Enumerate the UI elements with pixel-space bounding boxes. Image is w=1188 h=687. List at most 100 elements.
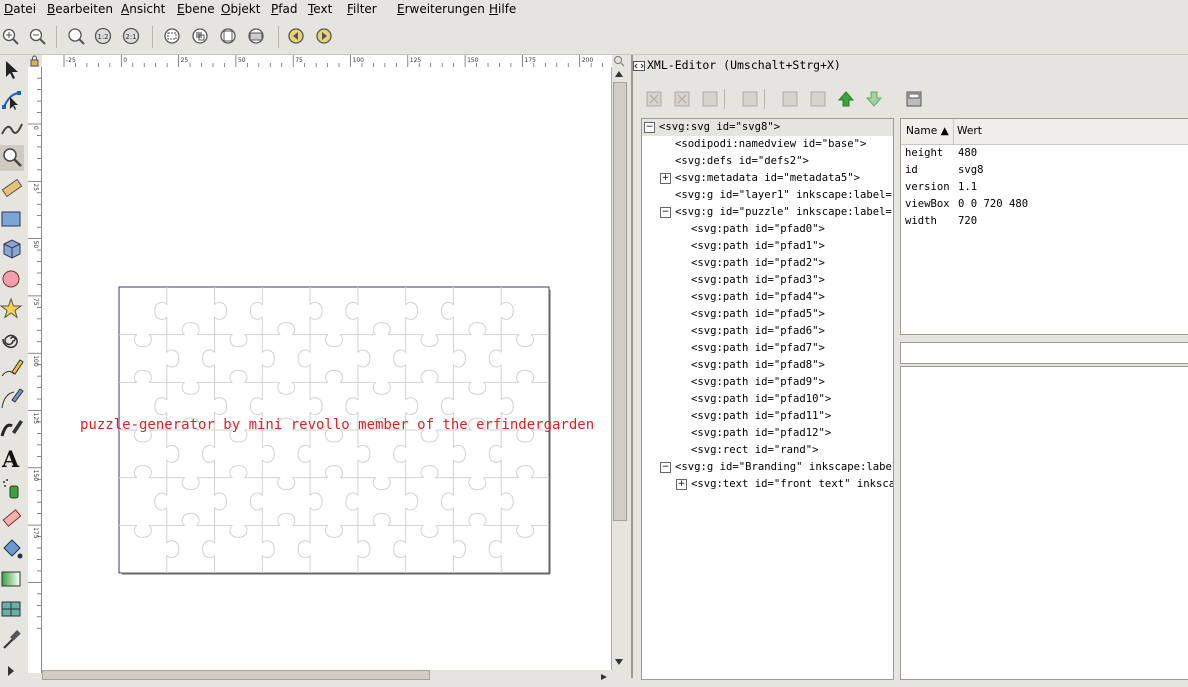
delete-node-icon[interactable]: [742, 91, 758, 107]
menu-ansicht[interactable]: Ansicht: [121, 2, 165, 16]
tree-node[interactable]: <svg:path id="pfad11">: [691, 408, 831, 425]
attribute-name-cell[interactable]: version: [905, 181, 950, 193]
text-tool-icon[interactable]: A: [0, 446, 24, 473]
scroll-right-icon[interactable]: [598, 670, 610, 680]
menu-bearbeiten[interactable]: Bearbeiten: [47, 2, 113, 16]
dropper-tool-icon[interactable]: [0, 626, 24, 652]
tree-node[interactable]: <svg:text id="front text" inkscape: [691, 476, 893, 493]
rectangle-tool-icon[interactable]: [0, 206, 24, 232]
tree-node[interactable]: <svg:path id="pfad10">: [691, 391, 831, 408]
menu-ebene[interactable]: Ebene: [177, 2, 215, 16]
tree-node[interactable]: <svg:path id="pfad2">: [691, 255, 825, 272]
ellipse-tool-icon[interactable]: [0, 266, 24, 292]
tree-node[interactable]: <svg:metadata id="metadata5">: [675, 170, 860, 187]
tree-node[interactable]: <svg:rect id="rand">: [691, 442, 819, 459]
zoom-tool-icon[interactable]: [0, 145, 24, 171]
spiral-tool-icon[interactable]: [0, 326, 24, 352]
scroll-up-icon[interactable]: [613, 67, 625, 81]
gradient-tool-icon[interactable]: [0, 566, 24, 592]
zoom-page-icon[interactable]: [219, 27, 239, 47]
mesh-tool-icon[interactable]: [0, 596, 24, 622]
attribute-value-cell[interactable]: 720: [958, 215, 977, 227]
tree-node[interactable]: <svg:path id="pfad4">: [691, 289, 825, 306]
tree-node[interactable]: <svg:path id="pfad9">: [691, 374, 825, 391]
vertical-scroll-thumb[interactable]: [613, 82, 627, 521]
selector-tool-icon[interactable]: [0, 57, 24, 83]
tree-expand-icon[interactable]: +: [660, 173, 671, 184]
new-text-node-icon[interactable]: [674, 91, 690, 107]
zoom-page-width-icon[interactable]: [247, 27, 267, 47]
attr-name-column-header[interactable]: Name ▲: [906, 125, 949, 137]
tree-collapse-icon[interactable]: −: [660, 207, 671, 218]
tree-node[interactable]: <svg:path id="pfad8">: [691, 357, 825, 374]
attribute-value-cell[interactable]: 1.1: [958, 181, 977, 193]
tree-node[interactable]: <svg:path id="pfad7">: [691, 340, 825, 357]
zoom-corner-icon[interactable]: [613, 55, 625, 67]
vertical-scrollbar[interactable]: [611, 67, 627, 670]
pen-tool-icon[interactable]: [0, 386, 24, 412]
raise-node-icon[interactable]: [837, 91, 855, 107]
spray-tool-icon[interactable]: [0, 476, 24, 502]
attribute-name-input[interactable]: [900, 342, 1188, 364]
horizontal-scroll-thumb[interactable]: [42, 670, 430, 680]
menu-text[interactable]: Text: [308, 2, 332, 16]
tree-node[interactable]: <svg:svg id="svg8">: [659, 119, 780, 136]
indent-node-icon[interactable]: [810, 91, 826, 107]
tree-node[interactable]: <svg:path id="pfad6">: [691, 323, 825, 340]
duplicate-node-icon[interactable]: [702, 91, 718, 107]
tree-node[interactable]: <sodipodi:namedview id="base">: [675, 136, 866, 153]
paint-bucket-tool-icon[interactable]: [0, 536, 24, 562]
tree-node[interactable]: <svg:path id="pfad5">: [691, 306, 825, 323]
tree-node[interactable]: <svg:path id="pfad0">: [691, 221, 825, 238]
attribute-name-cell[interactable]: height: [905, 147, 943, 159]
menu-hilfe[interactable]: Hilfe: [489, 2, 516, 16]
eraser-tool-icon[interactable]: [0, 506, 24, 532]
attribute-value-cell[interactable]: 480: [958, 147, 977, 159]
attribute-name-cell[interactable]: id: [905, 164, 918, 176]
zoom-drawing-icon[interactable]: [191, 27, 211, 47]
zoom-selection-icon[interactable]: [163, 27, 183, 47]
delete-attribute-icon[interactable]: [906, 91, 922, 107]
horizontal-scrollbar[interactable]: [42, 670, 612, 680]
node-tool-icon[interactable]: [0, 87, 24, 113]
pencil-tool-icon[interactable]: [0, 356, 24, 382]
zoom-in-icon[interactable]: [1, 27, 21, 47]
attribute-value-input[interactable]: [900, 366, 1188, 680]
tree-node[interactable]: <svg:defs id="defs2">: [675, 153, 809, 170]
vertical-ruler[interactable]: 0 25 50 75 100 125 150 175: [28, 67, 42, 673]
zoom-1-1-icon[interactable]: [67, 27, 87, 47]
lower-node-icon[interactable]: [865, 91, 883, 107]
attribute-name-cell[interactable]: width: [905, 215, 937, 227]
attr-value-column-header[interactable]: Wert: [957, 125, 982, 137]
zoom-2-1-icon[interactable]: 2:1: [122, 27, 142, 47]
measure-tool-icon[interactable]: [0, 176, 24, 202]
tree-collapse-icon[interactable]: −: [660, 462, 671, 473]
star-tool-icon[interactable]: [0, 296, 24, 322]
tree-node[interactable]: <svg:path id="pfad3">: [691, 272, 825, 289]
unindent-node-icon[interactable]: [782, 91, 798, 107]
tree-collapse-icon[interactable]: −: [644, 122, 655, 133]
menu-datei[interactable]: Datei: [4, 2, 36, 16]
xml-node-tree[interactable]: − <svg:svg id="svg8"> <sodipodi:namedview …: [641, 118, 894, 680]
attribute-value-cell[interactable]: svg8: [958, 164, 984, 176]
ruler-corner-lock-icon[interactable]: [28, 55, 41, 67]
menu-objekt[interactable]: Objekt: [221, 2, 260, 16]
menu-filter[interactable]: Filter: [347, 2, 377, 16]
zoom-1-2-icon[interactable]: 1:2: [94, 27, 114, 47]
zoom-previous-icon[interactable]: [287, 27, 307, 47]
tree-node[interactable]: <svg:g id="Branding" inkscape:label=: [675, 459, 893, 476]
zoom-next-icon[interactable]: [315, 27, 335, 47]
tree-node[interactable]: <svg:g id="layer1" inkscape:label="E: [675, 187, 893, 204]
tweak-tool-icon[interactable]: [0, 116, 24, 142]
toolbox-more-icon[interactable]: [0, 658, 24, 684]
drawing-canvas[interactable]: puzzle-generator by mini revollo member …: [42, 67, 612, 670]
attribute-value-cell[interactable]: 0 0 720 480: [958, 198, 1028, 210]
attribute-name-cell[interactable]: viewBox: [905, 198, 950, 210]
new-element-node-icon[interactable]: [646, 91, 662, 107]
scroll-down-icon[interactable]: [613, 655, 625, 669]
3d-box-tool-icon[interactable]: [0, 236, 24, 262]
tree-node[interactable]: <svg:path id="pfad1">: [691, 238, 825, 255]
tree-node[interactable]: <svg:path id="pfad12">: [691, 425, 831, 442]
calligraphy-tool-icon[interactable]: [0, 416, 24, 442]
zoom-out-icon[interactable]: [28, 27, 48, 47]
